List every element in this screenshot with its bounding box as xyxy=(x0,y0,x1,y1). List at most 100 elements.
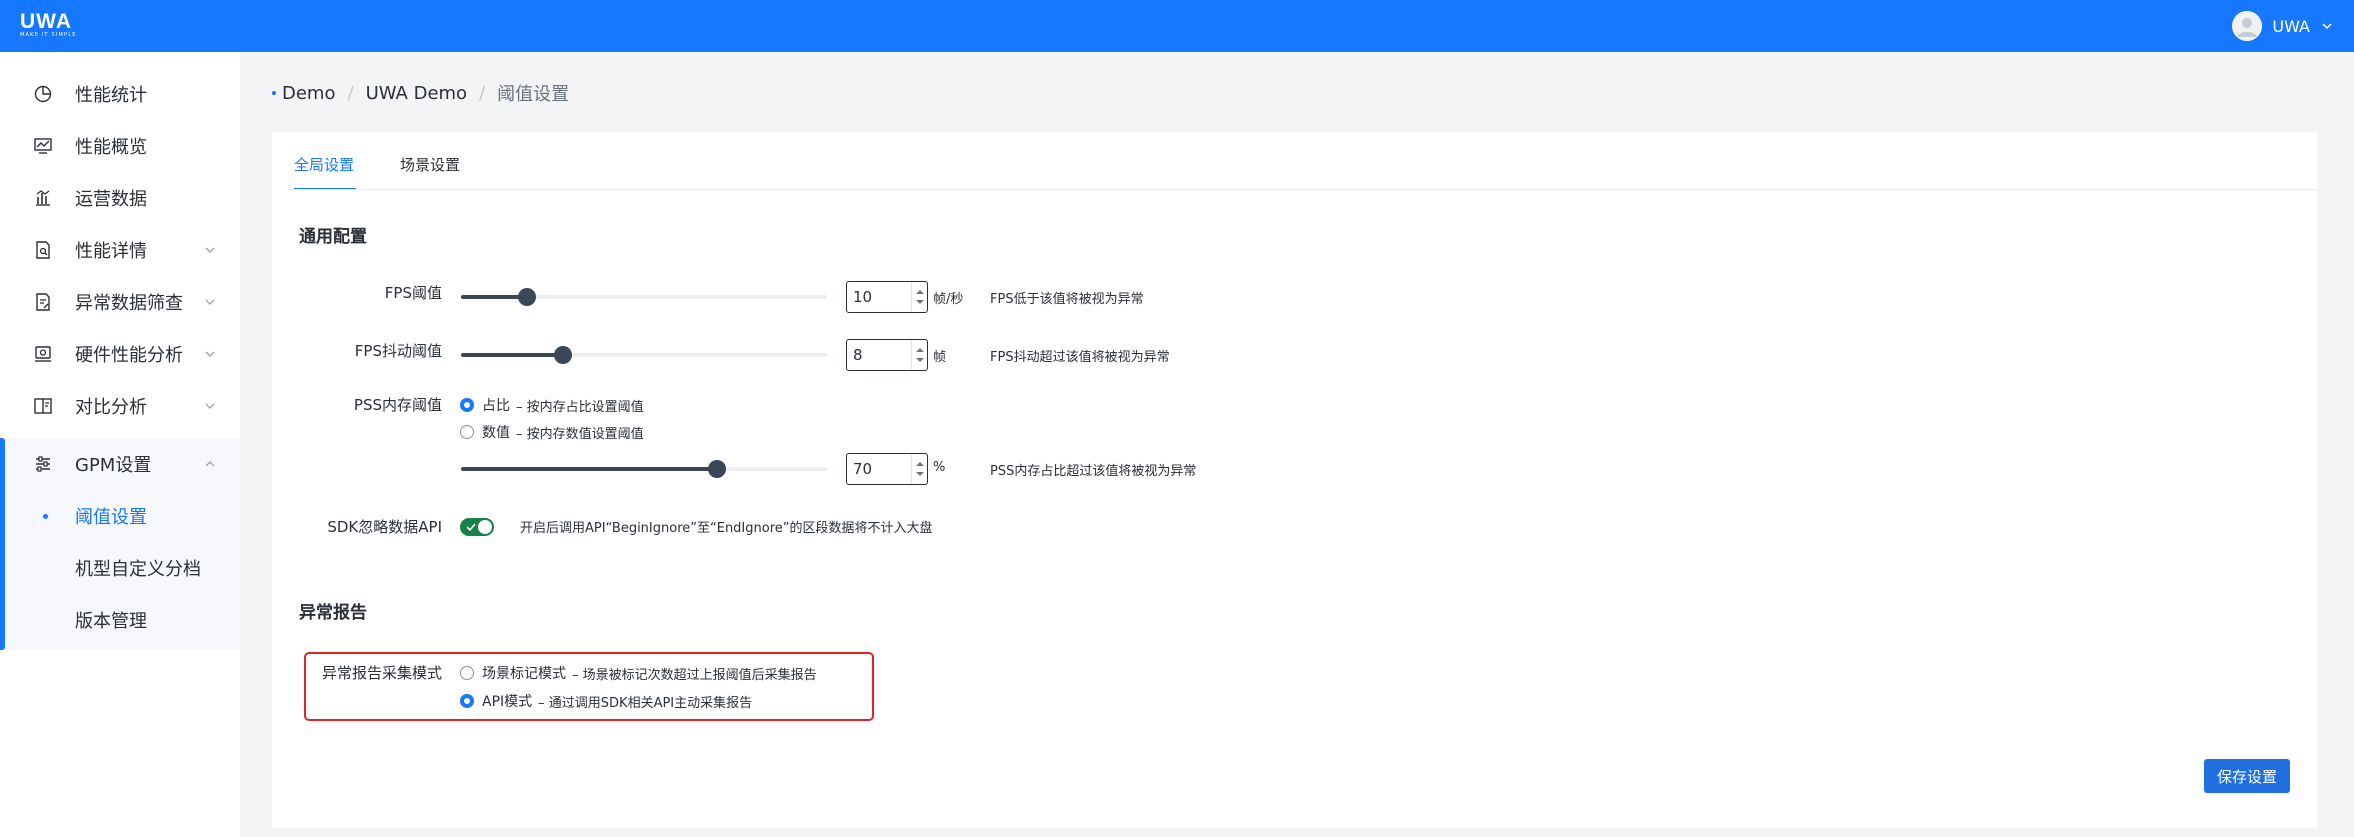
compare-icon xyxy=(34,398,52,414)
fps-jitter-label: FPS抖动阈值 xyxy=(354,342,442,360)
sdk-ignore-hint: 开启后调用API“BeginIgnore”至“EndIgnore”的区段数据将不… xyxy=(520,521,933,536)
radio-unchecked-icon[interactable] xyxy=(460,425,474,439)
chevron-down-icon xyxy=(205,403,215,409)
sliders-icon xyxy=(36,456,50,472)
radio-label: API模式 xyxy=(482,694,533,710)
slider-handle[interactable] xyxy=(517,288,536,306)
chevron-down-icon xyxy=(205,351,215,357)
sidebar-item-performance-detail[interactable]: 性能详情 xyxy=(0,224,240,276)
radio-description: – 按内存占比设置阈值 xyxy=(516,399,644,415)
breadcrumb-item-uwa-demo[interactable]: UWA Demo xyxy=(366,83,468,104)
pss-threshold-label: PSS内存阈值 xyxy=(353,396,442,414)
sidebar-item-label: 机型自定义分档 xyxy=(75,559,201,580)
logo-subtitle: MAKE IT SIMPLE xyxy=(20,32,77,38)
document-edit-icon xyxy=(36,293,50,311)
radio-description: – 按内存数值设置阈值 xyxy=(516,426,644,442)
sidebar-subitem-version-management[interactable]: 版本管理 xyxy=(0,594,240,646)
breadcrumb-item-current: 阈值设置 xyxy=(497,84,570,105)
user-menu[interactable]: UWA xyxy=(2232,11,2334,41)
sidebar-item-label: 版本管理 xyxy=(75,611,147,632)
fps-jitter-hint: FPS抖动超过该值将被视为异常 xyxy=(990,350,1170,365)
slider-fill xyxy=(461,295,527,299)
chevron-up-icon xyxy=(205,461,215,467)
breadcrumb-item-demo[interactable]: Demo xyxy=(282,83,335,104)
toggle-knob xyxy=(478,520,492,534)
radio-checked-icon[interactable] xyxy=(460,398,474,412)
bar-chart-icon xyxy=(36,190,50,206)
chevron-down-icon xyxy=(205,247,215,253)
sidebar-item-label: 性能统计 xyxy=(75,85,147,106)
slider-handle[interactable] xyxy=(708,460,727,478)
save-settings-button[interactable]: 保存设置 xyxy=(2204,759,2290,793)
slider-handle[interactable] xyxy=(554,346,573,364)
sdk-ignore-toggle[interactable] xyxy=(460,518,494,536)
sidebar-item-anomaly-screening[interactable]: 异常数据筛查 xyxy=(0,276,240,328)
input-value: 8 xyxy=(853,346,863,364)
sidebar-item-label: 性能概览 xyxy=(75,137,147,158)
sdk-ignore-label: SDK忽略数据API xyxy=(327,518,442,536)
sidebar-item-hardware-analysis[interactable]: 硬件性能分析 xyxy=(0,328,240,380)
fps-unit: 帧/秒 xyxy=(933,292,964,307)
sidebar-item-compare-analysis[interactable]: 对比分析 xyxy=(0,380,240,432)
chevron-down-icon xyxy=(205,299,215,305)
radio-label: 数值 xyxy=(482,425,510,441)
pss-option-value[interactable]: 数值 – 按内存数值设置阈值 xyxy=(460,422,644,442)
sidebar-item-performance-overview[interactable]: 性能概览 xyxy=(0,120,240,172)
input-value: 10 xyxy=(853,288,873,306)
report-mode-label: 异常报告采集模式 xyxy=(321,664,442,682)
stepper-down-icon[interactable] xyxy=(916,300,924,304)
sidebar: 性能统计 性能概览 运营数据 性能详情 异常数据筛查 硬件性能分析 对比分析 G… xyxy=(0,52,240,837)
pss-threshold-input[interactable]: 70 xyxy=(846,453,928,485)
tab-global-settings[interactable]: 全局设置 xyxy=(294,150,356,190)
slider-fill xyxy=(461,467,718,471)
fps-jitter-unit: 帧 xyxy=(933,350,947,365)
pss-threshold-slider[interactable] xyxy=(461,460,827,478)
pss-unit: % xyxy=(933,460,946,475)
check-icon xyxy=(466,523,476,532)
sidebar-subitem-threshold-settings[interactable]: 阈值设置 xyxy=(0,490,240,542)
active-dot xyxy=(43,513,48,519)
sidebar-item-gpm-settings[interactable]: GPM设置 xyxy=(0,438,240,490)
radio-checked-icon[interactable] xyxy=(460,694,474,708)
user-avatar-icon xyxy=(2232,11,2263,41)
user-name: UWA xyxy=(2272,16,2310,36)
stepper-up-icon[interactable] xyxy=(916,290,924,294)
number-stepper[interactable] xyxy=(911,340,927,370)
number-stepper[interactable] xyxy=(911,454,927,484)
report-option-scene-mark[interactable]: 场景标记模式 – 场景被标记次数超过上报阈值后采集报告 xyxy=(460,663,817,683)
chevron-down-icon xyxy=(2322,23,2332,30)
sidebar-item-label: 异常数据筛查 xyxy=(75,293,183,314)
device-icon xyxy=(35,346,51,362)
breadcrumb: Demo / UWA Demo / 阈值设置 xyxy=(272,80,569,106)
stepper-down-icon[interactable] xyxy=(916,358,924,362)
fps-threshold-slider[interactable] xyxy=(461,288,827,306)
breadcrumb-dot xyxy=(272,91,276,95)
sidebar-item-label: 运营数据 xyxy=(75,189,147,210)
logo-text: UWA xyxy=(20,10,72,33)
sidebar-item-label: 性能详情 xyxy=(75,241,147,262)
input-value: 70 xyxy=(853,460,873,478)
radio-label: 场景标记模式 xyxy=(482,666,566,682)
report-option-api[interactable]: API模式 – 通过调用SDK相关API主动采集报告 xyxy=(460,691,752,711)
stepper-down-icon[interactable] xyxy=(916,472,924,476)
number-stepper[interactable] xyxy=(911,282,927,312)
fps-jitter-slider[interactable] xyxy=(461,346,827,364)
stepper-up-icon[interactable] xyxy=(916,348,924,352)
tab-bar: 全局设置 场景设置 xyxy=(294,150,460,190)
pie-chart-icon xyxy=(34,85,52,103)
pss-option-ratio[interactable]: 占比 – 按内存占比设置阈值 xyxy=(460,395,644,415)
fps-threshold-input[interactable]: 10 xyxy=(846,281,928,313)
fps-jitter-input[interactable]: 8 xyxy=(846,339,928,371)
tab-scene-settings[interactable]: 场景设置 xyxy=(400,150,460,190)
stepper-up-icon[interactable] xyxy=(916,462,924,466)
breadcrumb-separator: / xyxy=(479,82,486,104)
sidebar-item-label: GPM设置 xyxy=(75,455,152,476)
document-search-icon xyxy=(36,241,50,259)
sidebar-item-performance-stats[interactable]: 性能统计 xyxy=(0,68,240,120)
uwa-logo[interactable]: UWA MAKE IT SIMPLE xyxy=(20,10,88,39)
sidebar-item-operation-data[interactable]: 运营数据 xyxy=(0,172,240,224)
radio-description: – 场景被标记次数超过上报阈值后采集报告 xyxy=(572,667,817,683)
section-title-general: 通用配置 xyxy=(299,227,367,247)
radio-unchecked-icon[interactable] xyxy=(460,666,474,680)
sidebar-subitem-model-tiers[interactable]: 机型自定义分档 xyxy=(0,542,240,594)
